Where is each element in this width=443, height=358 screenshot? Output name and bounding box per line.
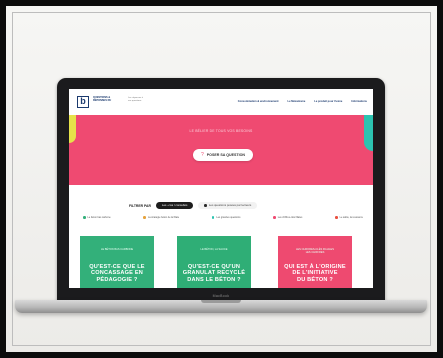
category-item[interactable]: Les grandes questions: [211, 216, 241, 219]
site-logo-subtext: Les réponses à vos questions: [128, 97, 143, 102]
main-nav: Consommation & environnement Le Mécanism…: [238, 100, 367, 103]
category-item[interactable]: Le béton bas carbone: [83, 216, 111, 219]
laptop-brand-label: MacBook: [212, 294, 230, 298]
question-card[interactable]: LES CHIFFRES-CLÉS FILIALES LES CHIFFRES …: [278, 236, 352, 288]
laptop-base-notch: [201, 300, 241, 303]
category-item[interactable]: Les chiffres-clés filiales: [273, 216, 302, 219]
filter-chip-reader-questions[interactable]: Les questions posées par lecteurs: [198, 202, 258, 209]
category-filter-row: Le béton bas carbone La stratégie béton …: [83, 216, 363, 219]
card-category-tag: LE BÉTON BAS CARBONE: [100, 248, 134, 251]
category-dot-icon: [143, 216, 146, 219]
nav-link-mecanisme[interactable]: Le Mécanisme: [288, 100, 306, 103]
category-item[interactable]: Le sable, la ressource: [335, 216, 363, 219]
filter-chip-most-read[interactable]: Les + lus / consultés: [155, 202, 194, 209]
category-dot-icon: [211, 216, 215, 219]
laptop-base: [15, 300, 427, 313]
ask-question-label: POSER SA QUESTION: [206, 153, 245, 157]
card-category-tag: LES CHIFFRES-CLÉS FILIALES LES CHIFFRES: [295, 248, 335, 255]
ask-question-button[interactable]: ? POSER SA QUESTION: [193, 149, 253, 161]
question-icon: ?: [201, 151, 204, 158]
filter-label: FILTRER PAR: [129, 203, 151, 208]
hero-title: LE BÉLIER DE TOUS VOS BESOINS: [189, 129, 253, 133]
category-dot-icon: [273, 216, 276, 219]
nav-link-informations[interactable]: Informations: [351, 100, 367, 103]
category-dot-icon: [83, 216, 86, 219]
category-dot-icon: [335, 216, 338, 219]
radio-dot-icon: [204, 204, 207, 207]
card-title: QU'EST-CE QU'UN GRANULAT RECYCLÉ DANS LE…: [182, 264, 246, 283]
category-label: Le sable, la ressource: [339, 216, 363, 219]
category-label: Les grandes questions: [216, 216, 241, 219]
card-category-tag: LE BÉTON, LA SAUCE: [200, 248, 228, 251]
category-label: Le béton bas carbone: [87, 216, 111, 219]
category-item[interactable]: La stratégie béton de la filiale: [143, 216, 179, 219]
nav-link-consommation[interactable]: Consommation & environnement: [238, 100, 279, 103]
site-logo-icon[interactable]: b: [77, 96, 89, 108]
laptop-screen: b QUESTIONS & RÉPONSES DU Les réponses à…: [69, 89, 373, 288]
site-logo-text[interactable]: QUESTIONS & RÉPONSES DU: [93, 96, 125, 102]
card-title: QUI EST À L'ORIGINE DE L'INITIATIVE DU B…: [284, 264, 346, 283]
hero-accent-teal: [364, 115, 373, 151]
card-title: QU'EST-CE QUE LE CONCASSAGE EN PÉDAGOGIE…: [89, 264, 145, 283]
question-card[interactable]: LE BÉTON, LA SAUCE QU'EST-CE QU'UN GRANU…: [177, 236, 251, 288]
filter-bar: FILTRER PAR Les + lus / consultés Les qu…: [129, 202, 258, 209]
nav-link-produit[interactable]: Le produit pour l'usine: [314, 100, 342, 103]
category-label: Les chiffres-clés filiales: [277, 216, 303, 219]
question-card[interactable]: LE BÉTON BAS CARBONE QU'EST-CE QUE LE CO…: [80, 236, 154, 288]
site-header: b QUESTIONS & RÉPONSES DU Les réponses à…: [69, 89, 373, 116]
hero-banner: LE BÉLIER DE TOUS VOS BESOINS ? POSER SA…: [69, 115, 373, 185]
filter-chip-reader-questions-label: Les questions posées par lecteurs: [208, 203, 252, 207]
category-label: La stratégie béton de la filiale: [147, 216, 180, 219]
